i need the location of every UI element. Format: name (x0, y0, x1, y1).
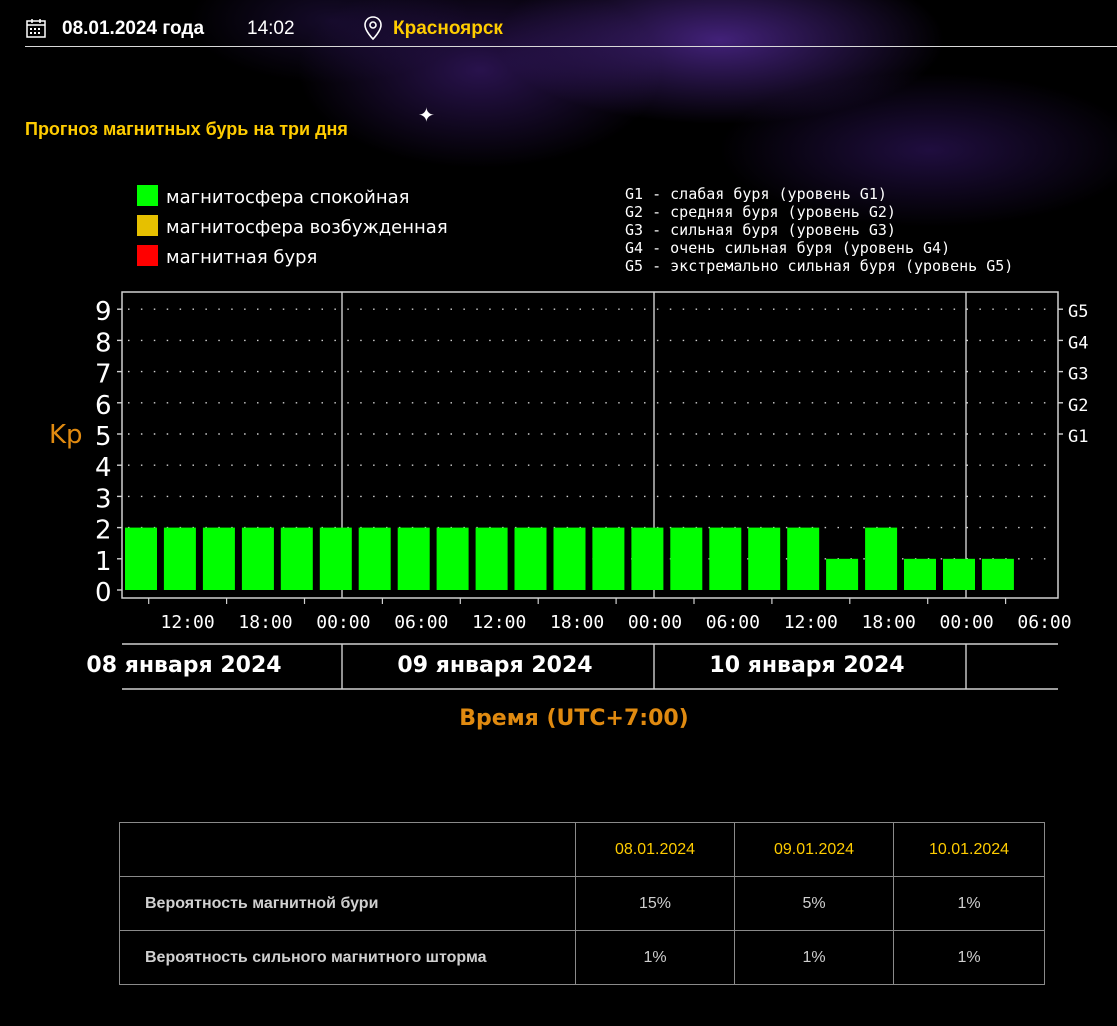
g-level-legend-item: G5 - экстремально сильная буря (уровень … (625, 257, 1013, 275)
day-label: 09 января 2024 (397, 653, 592, 678)
kp-bar (241, 527, 274, 590)
kp-bar (319, 527, 352, 590)
y-tick-label: 0 (95, 578, 112, 608)
kp-bar (631, 527, 664, 590)
x-tick-label: 12:00 (161, 612, 215, 633)
row-value: 1% (734, 930, 894, 985)
page-title: Прогноз магнитных бурь на три дня (25, 119, 348, 139)
table-header-empty (119, 822, 576, 877)
row-value: 1% (893, 876, 1045, 931)
x-tick-label: 18:00 (238, 612, 292, 633)
x-tick-label: 00:00 (940, 612, 994, 633)
kp-bar (787, 527, 820, 590)
kp-bar (553, 527, 586, 590)
g-tick-label: G4 (1068, 333, 1088, 353)
legend-swatch (137, 245, 158, 266)
x-tick-label: 12:00 (472, 612, 526, 633)
y-tick-label: 4 (95, 453, 112, 483)
kp-bar (826, 558, 859, 590)
kp-bar (163, 527, 196, 590)
x-tick-label: 06:00 (1017, 612, 1071, 633)
x-tick-label: 00:00 (628, 612, 682, 633)
g-level-legend-item: G3 - сильная буря (уровень G3) (625, 221, 896, 239)
kp-bar (865, 527, 898, 590)
kp-bar (943, 558, 975, 590)
top-info-bar: 08.01.2024 года 14:02 Красноярск (25, 12, 1117, 47)
x-tick-label: 00:00 (316, 612, 370, 633)
g-tick-label: G2 (1068, 396, 1088, 416)
y-tick-label: 8 (95, 328, 112, 358)
kp-bar (709, 527, 742, 590)
kp-bar (981, 558, 1014, 590)
current-time: 14:02 (247, 18, 295, 39)
city-link[interactable]: Красноярск (393, 18, 503, 40)
x-tick-label: 06:00 (706, 612, 760, 633)
calendar-icon (26, 19, 46, 38)
star-sparkle-icon: ✦ (418, 105, 435, 127)
y-tick-label: 5 (95, 422, 112, 452)
row-label: Вероятность магнитной бури (119, 876, 576, 931)
row-value: 5% (734, 876, 894, 931)
kp-bar (670, 527, 703, 590)
kp-bar (202, 527, 235, 590)
table-header-date: 09.01.2024 (734, 822, 894, 877)
kp-bar (514, 527, 547, 590)
g-tick-label: G1 (1068, 427, 1088, 447)
map-pin-icon (364, 16, 382, 41)
kp-bar (592, 527, 625, 590)
y-tick-label: 6 (95, 391, 112, 421)
kp-bar (436, 527, 469, 590)
kp-bar (397, 527, 430, 590)
day-label: 10 января 2024 (709, 653, 904, 678)
g-level-legend-item: G1 - слабая буря (уровень G1) (625, 185, 887, 203)
y-tick-label: 7 (95, 360, 112, 390)
legend-swatch (137, 185, 158, 206)
legend-label: магнитосфера возбужденная (166, 217, 448, 238)
legend-label: магнитосфера спокойная (166, 187, 409, 208)
x-tick-label: 18:00 (862, 612, 916, 633)
row-value: 15% (575, 876, 735, 931)
row-label: Вероятность сильного магнитного шторма (119, 930, 576, 985)
row-value: 1% (893, 930, 1045, 985)
kp-bar (358, 527, 391, 590)
g-tick-label: G5 (1068, 302, 1088, 322)
g-level-legend-item: G4 - очень сильная буря (уровень G4) (625, 239, 950, 257)
g-level-legend-item: G2 - средняя буря (уровень G2) (625, 203, 896, 221)
kp-forecast-chart: магнитосфера спокойная магнитосфера возбу… (49, 185, 1088, 731)
g-tick-label: G3 (1068, 365, 1088, 385)
table-row: Вероятность магнитной бури 15% 5% 1% (119, 876, 1045, 931)
row-value: 1% (575, 930, 735, 985)
x-tick-label: 12:00 (784, 612, 838, 633)
x-tick-label: 18:00 (550, 612, 604, 633)
table-header-date: 10.01.2024 (893, 822, 1045, 877)
kp-bar (475, 527, 508, 590)
y-tick-label: 9 (95, 297, 112, 327)
table-header-date: 08.01.2024 (575, 822, 735, 877)
kp-bar (748, 527, 781, 590)
kp-bar (904, 558, 936, 590)
legend-swatch (137, 215, 158, 236)
day-label: 08 января 2024 (86, 653, 281, 678)
x-tick-label: 06:00 (394, 612, 448, 633)
y-axis-label: Kp (49, 420, 83, 450)
storm-probability-table: 08.01.2024 09.01.2024 10.01.2024 Вероятн… (119, 822, 1045, 985)
kp-bar (280, 527, 313, 590)
y-tick-label: 1 (95, 547, 112, 577)
kp-bar (125, 527, 157, 590)
legend-label: магнитная буря (166, 247, 317, 268)
current-date: 08.01.2024 года (62, 18, 205, 39)
table-header-row: 08.01.2024 09.01.2024 10.01.2024 (119, 822, 1045, 877)
y-tick-label: 3 (95, 484, 112, 514)
x-axis-label: Время (UTC+7:00) (459, 706, 689, 731)
table-row: Вероятность сильного магнитного шторма 1… (119, 930, 1045, 985)
y-tick-label: 2 (95, 516, 112, 546)
